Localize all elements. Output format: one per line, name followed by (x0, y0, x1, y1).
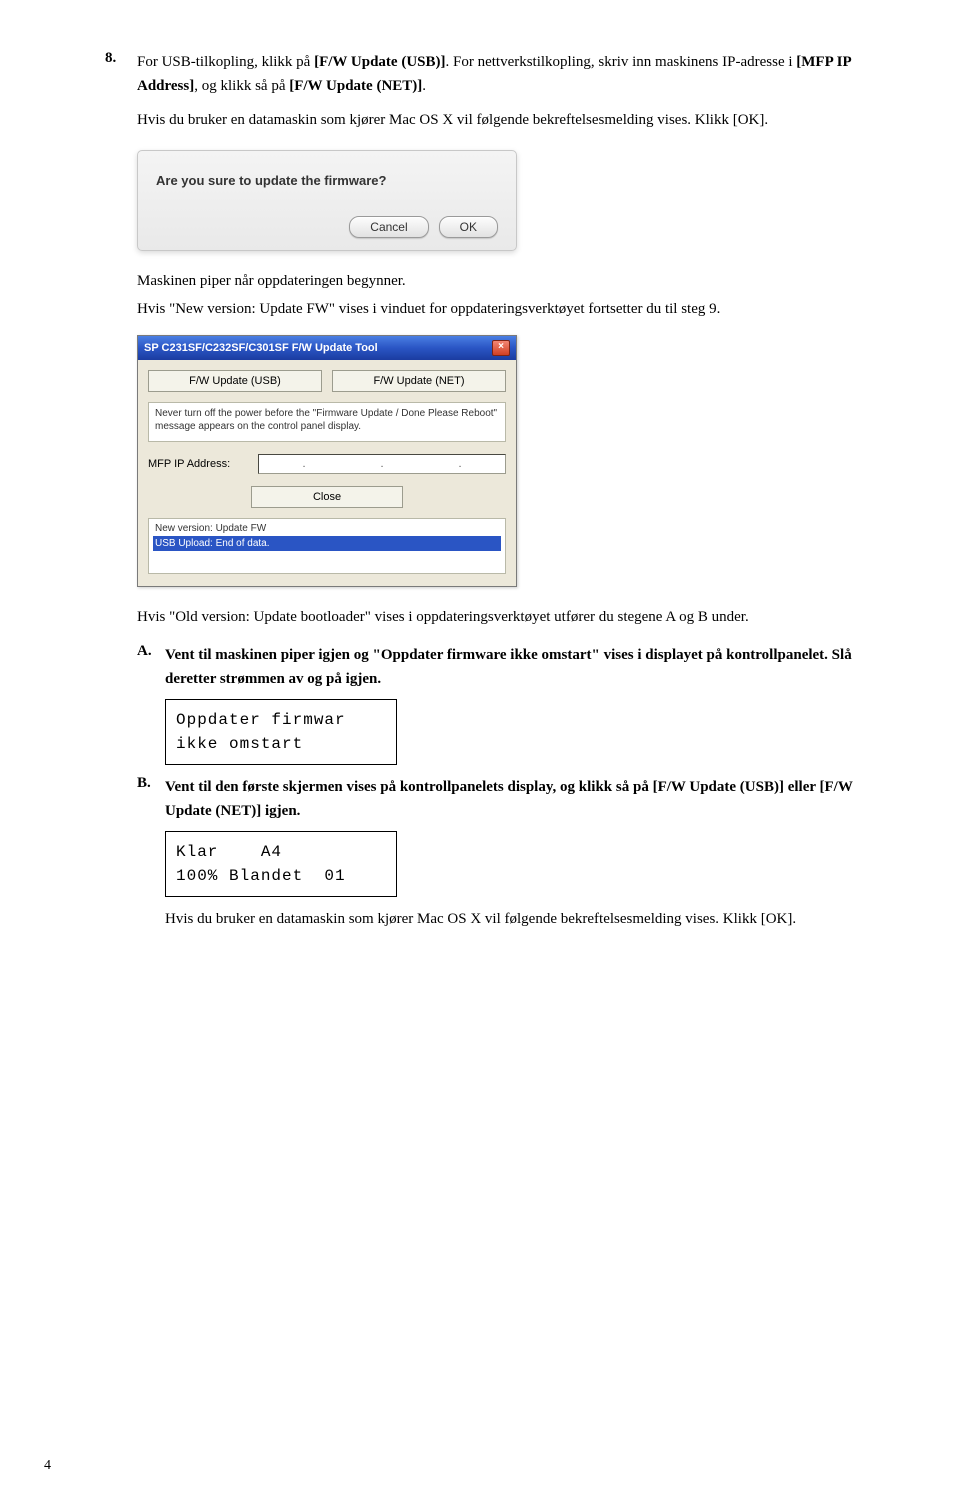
fw-update-usb-ref: [F/W Update (USB)] (314, 54, 445, 70)
lcd-line: ikke omstart (176, 732, 386, 756)
step-a-letter: A. (137, 643, 165, 691)
text: Vent til den første skjermen vises på ko… (165, 779, 653, 795)
ok-button[interactable]: OK (439, 216, 498, 238)
text: . (764, 112, 768, 128)
window-title: SP C231SF/C232SF/C301SF F/W Update Tool (144, 342, 378, 354)
text: . For nettverkstilkopling, skriv inn mas… (445, 54, 796, 70)
fw-update-net-button[interactable]: F/W Update (NET) (332, 370, 506, 392)
status-line-selected: USB Upload: End of data. (153, 536, 501, 551)
step8-mac-note: Hvis du bruker en datamaskin som kjører … (137, 108, 880, 132)
text: . (422, 78, 426, 94)
cancel-button[interactable]: Cancel (349, 216, 428, 238)
text: igjen. (261, 803, 300, 819)
fw-update-net-ref: [F/W Update (NET)] (289, 78, 422, 94)
text: For USB-tilkopling, klikk på (137, 54, 314, 70)
step-number: 8. (105, 50, 137, 102)
text: eller (784, 779, 820, 795)
lcd-line: Oppdater firmwar (176, 708, 386, 732)
status-line: New version: Update FW (153, 521, 501, 536)
text: Hvis du bruker en datamaskin som kjører … (165, 911, 761, 927)
lcd-line: 100% Blandet 01 (176, 864, 386, 888)
step-b-mac-note: Hvis du bruker en datamaskin som kjører … (165, 907, 880, 931)
ip-address-input[interactable]: ... (258, 454, 506, 474)
step-b-letter: B. (137, 775, 165, 823)
close-button[interactable]: Close (251, 486, 403, 508)
step-a-text: Vent til maskinen piper igjen og "Oppdat… (165, 643, 880, 691)
firmware-tool-window: SP C231SF/C232SF/C301SF F/W Update Tool … (137, 335, 517, 587)
status-log: New version: Update FW USB Upload: End o… (148, 518, 506, 574)
lcd-display-b: Klar A4 100% Blandet 01 (165, 831, 397, 897)
text: Hvis du bruker en datamaskin som kjører … (137, 112, 733, 128)
step8-paragraph: For USB-tilkopling, klikk på [F/W Update… (137, 50, 880, 98)
page-number: 4 (44, 1458, 51, 1474)
warning-text: Never turn off the power before the "Fir… (148, 402, 506, 442)
text: , og klikk så på (194, 78, 289, 94)
dialog-text: Are you sure to update the firmware? (156, 173, 498, 188)
close-icon[interactable]: × (492, 340, 510, 356)
ok-ref: [OK] (761, 911, 793, 927)
after-dialog-line1: Maskinen piper når oppdateringen begynne… (137, 269, 880, 293)
lcd-display-a: Oppdater firmwar ikke omstart (165, 699, 397, 765)
fw-update-usb-ref: [F/W Update (USB)] (653, 779, 784, 795)
text: . (792, 911, 796, 927)
after-dialog-line2: Hvis "New version: Update FW" vises i vi… (137, 297, 880, 321)
ok-ref: [OK] (733, 112, 765, 128)
step-b-text: Vent til den første skjermen vises på ko… (165, 775, 880, 823)
ip-address-label: MFP IP Address: (148, 458, 258, 470)
after-window-text: Hvis "Old version: Update bootloader" vi… (137, 605, 880, 629)
fw-update-usb-button[interactable]: F/W Update (USB) (148, 370, 322, 392)
lcd-line: Klar A4 (176, 840, 386, 864)
mac-confirm-dialog: Are you sure to update the firmware? Can… (137, 150, 517, 251)
